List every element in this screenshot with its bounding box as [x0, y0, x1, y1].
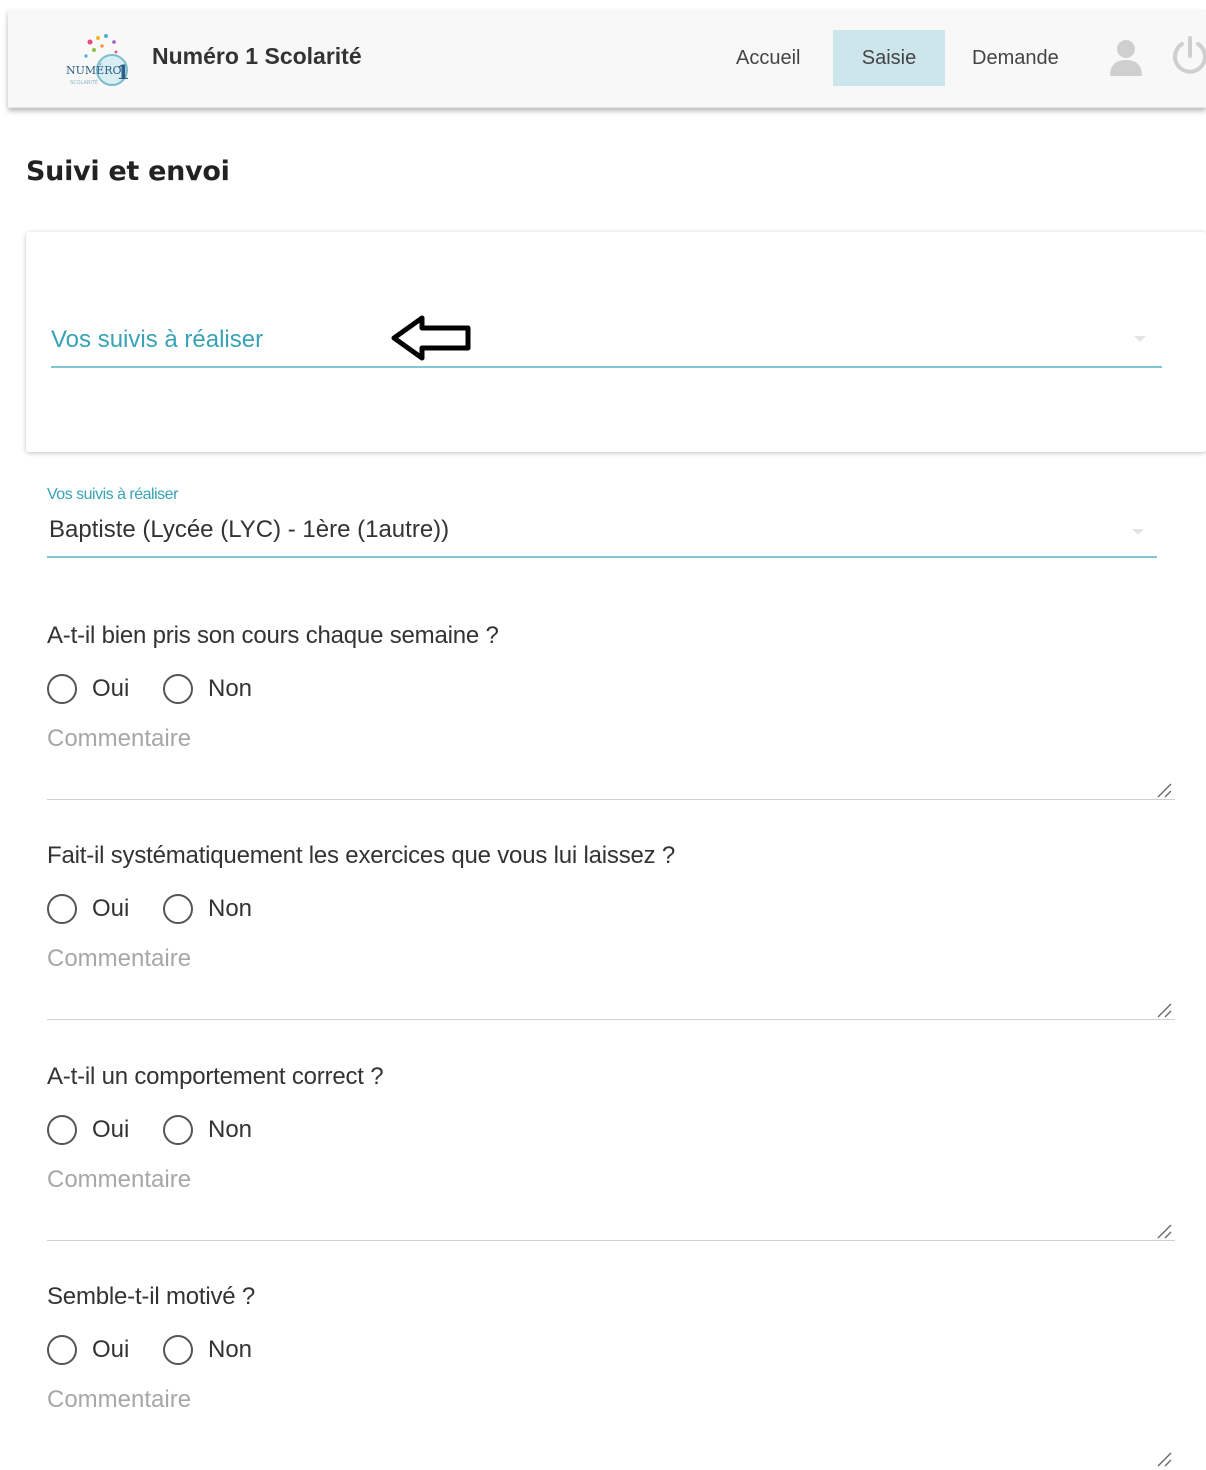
question-block: A-t-il bien pris son cours chaque semain… — [0, 622, 1206, 842]
radio-oui[interactable]: Oui — [47, 892, 129, 926]
suivis-select-placeholder[interactable]: Vos suivis à réaliser — [51, 326, 263, 354]
top-navbar: NUMÉRO 1 SCOLARITÉ Numéro 1 Scolarité Ac… — [8, 10, 1206, 108]
resize-grip-icon[interactable] — [1155, 1451, 1173, 1467]
radio-circle-icon[interactable] — [47, 674, 77, 704]
numero1-logo[interactable]: NUMÉRO 1 SCOLARITÉ — [60, 24, 144, 100]
radio-label[interactable]: Non — [208, 1336, 252, 1364]
question-text: A-t-il un comportement correct ? — [47, 1063, 384, 1090]
radio-non[interactable]: Non — [163, 1113, 252, 1147]
comment-underline — [47, 799, 1175, 800]
radio-circle-icon[interactable] — [163, 1335, 193, 1365]
radio-circle-icon[interactable] — [47, 1115, 77, 1145]
radio-oui[interactable]: Oui — [47, 1333, 129, 1367]
radio-label[interactable]: Non — [208, 895, 252, 923]
radio-label[interactable]: Non — [208, 675, 252, 703]
svg-text:NUMÉRO: NUMÉRO — [66, 63, 122, 77]
comment-underline — [47, 1019, 1175, 1020]
nav-accueil[interactable]: Accueil — [710, 30, 826, 86]
chevron-down-icon[interactable] — [1132, 529, 1144, 535]
question-block: Fait-il systématiquement les exercices q… — [0, 842, 1206, 1062]
radio-circle-icon[interactable] — [47, 1335, 77, 1365]
page-title: Suivi et envoi — [26, 156, 230, 187]
user-icon[interactable] — [1108, 38, 1144, 78]
suivis-select[interactable]: Baptiste (Lycée (LYC) - 1ère (1autre)) — [49, 516, 449, 544]
radio-circle-icon[interactable] — [47, 894, 77, 924]
comment-underline — [47, 1240, 1175, 1241]
radio-circle-icon[interactable] — [163, 674, 193, 704]
suivis-field-label: Vos suivis à réaliser — [47, 486, 178, 503]
radio-oui[interactable]: Oui — [47, 672, 129, 706]
question-block: A-t-il un comportement correct ? Oui Non… — [0, 1063, 1206, 1283]
left-arrow-icon — [388, 312, 474, 364]
svg-text:1: 1 — [116, 60, 130, 84]
radio-non[interactable]: Non — [163, 1333, 252, 1367]
comment-textarea[interactable]: Commentaire — [47, 1166, 191, 1194]
radio-label[interactable]: Oui — [92, 1336, 129, 1364]
comment-textarea[interactable]: Commentaire — [47, 945, 191, 973]
nav-saisie[interactable]: Saisie — [833, 30, 945, 86]
radio-circle-icon[interactable] — [163, 894, 193, 924]
radio-label[interactable]: Oui — [92, 1116, 129, 1144]
nav-demande[interactable]: Demande — [946, 30, 1085, 86]
resize-grip-icon[interactable] — [1155, 1002, 1173, 1018]
question-block: Semble-t-il motivé ? Oui Non Commentaire — [0, 1283, 1206, 1470]
radio-non[interactable]: Non — [163, 892, 252, 926]
radio-label[interactable]: Oui — [92, 895, 129, 923]
chevron-down-icon[interactable] — [1134, 336, 1146, 342]
select-underline — [47, 556, 1157, 558]
radio-circle-icon[interactable] — [163, 1115, 193, 1145]
select-underline — [51, 366, 1162, 368]
resize-grip-icon[interactable] — [1155, 782, 1173, 798]
radio-oui[interactable]: Oui — [47, 1113, 129, 1147]
comment-textarea[interactable]: Commentaire — [47, 725, 191, 753]
power-icon[interactable] — [1170, 34, 1206, 78]
question-text: A-t-il bien pris son cours chaque semain… — [47, 622, 499, 649]
radio-non[interactable]: Non — [163, 672, 252, 706]
question-text: Fait-il systématiquement les exercices q… — [47, 842, 676, 869]
brand-name[interactable]: Numéro 1 Scolarité — [152, 43, 362, 70]
radio-label[interactable]: Oui — [92, 675, 129, 703]
svg-text:SCOLARITÉ: SCOLARITÉ — [70, 78, 98, 86]
question-text: Semble-t-il motivé ? — [47, 1283, 256, 1310]
resize-grip-icon[interactable] — [1155, 1223, 1173, 1239]
suivis-card: Vos suivis à réaliser — [26, 232, 1206, 452]
comment-textarea[interactable]: Commentaire — [47, 1386, 191, 1414]
radio-label[interactable]: Non — [208, 1116, 252, 1144]
